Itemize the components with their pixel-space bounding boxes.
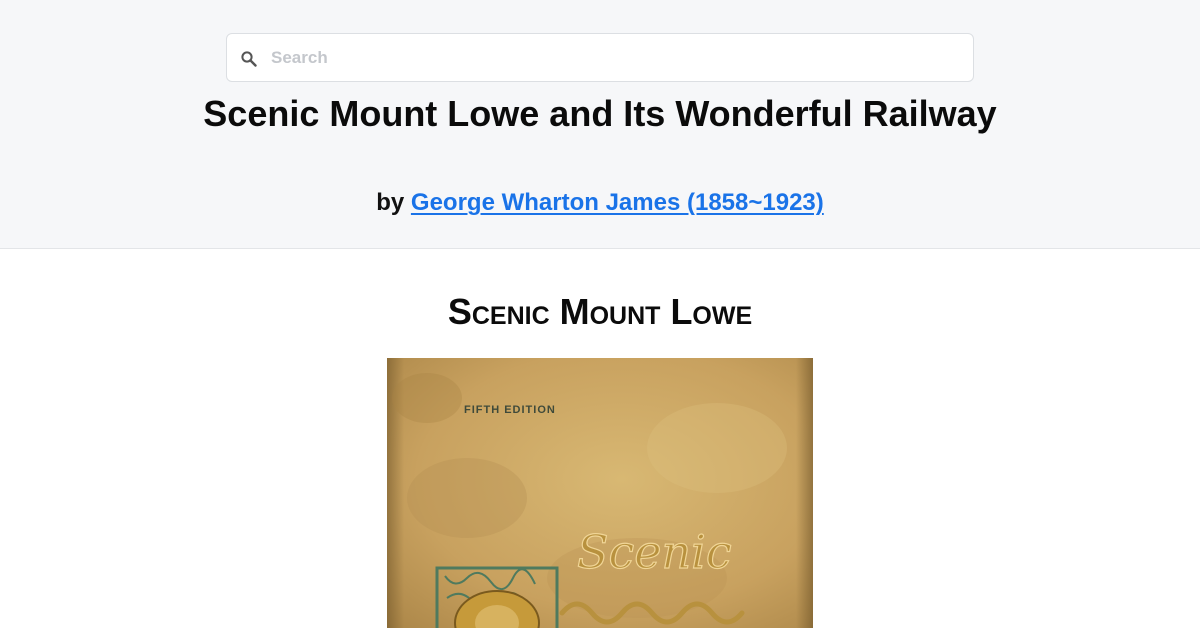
book-header: Scenic Mount Lowe and Its Wonderful Rail…: [0, 0, 1200, 249]
cover-script-text: Scenic: [577, 525, 732, 579]
book-title: Scenic Mount Lowe and Its Wonderful Rail…: [203, 93, 997, 134]
search-icon: [240, 50, 258, 68]
book-cover-image: FIFTH EDITION Scenic: [387, 358, 813, 628]
search-box[interactable]: [226, 33, 974, 82]
author-link[interactable]: George Wharton James (1858~1923): [411, 189, 824, 216]
byline: by George Wharton James (1858~1923): [200, 189, 1000, 217]
by-label: by: [376, 189, 405, 216]
cover-heading: Scenic Mount Lowe: [447, 291, 753, 332]
search-input[interactable]: [271, 34, 961, 81]
cover-edition-text: FIFTH EDITION: [464, 404, 556, 416]
